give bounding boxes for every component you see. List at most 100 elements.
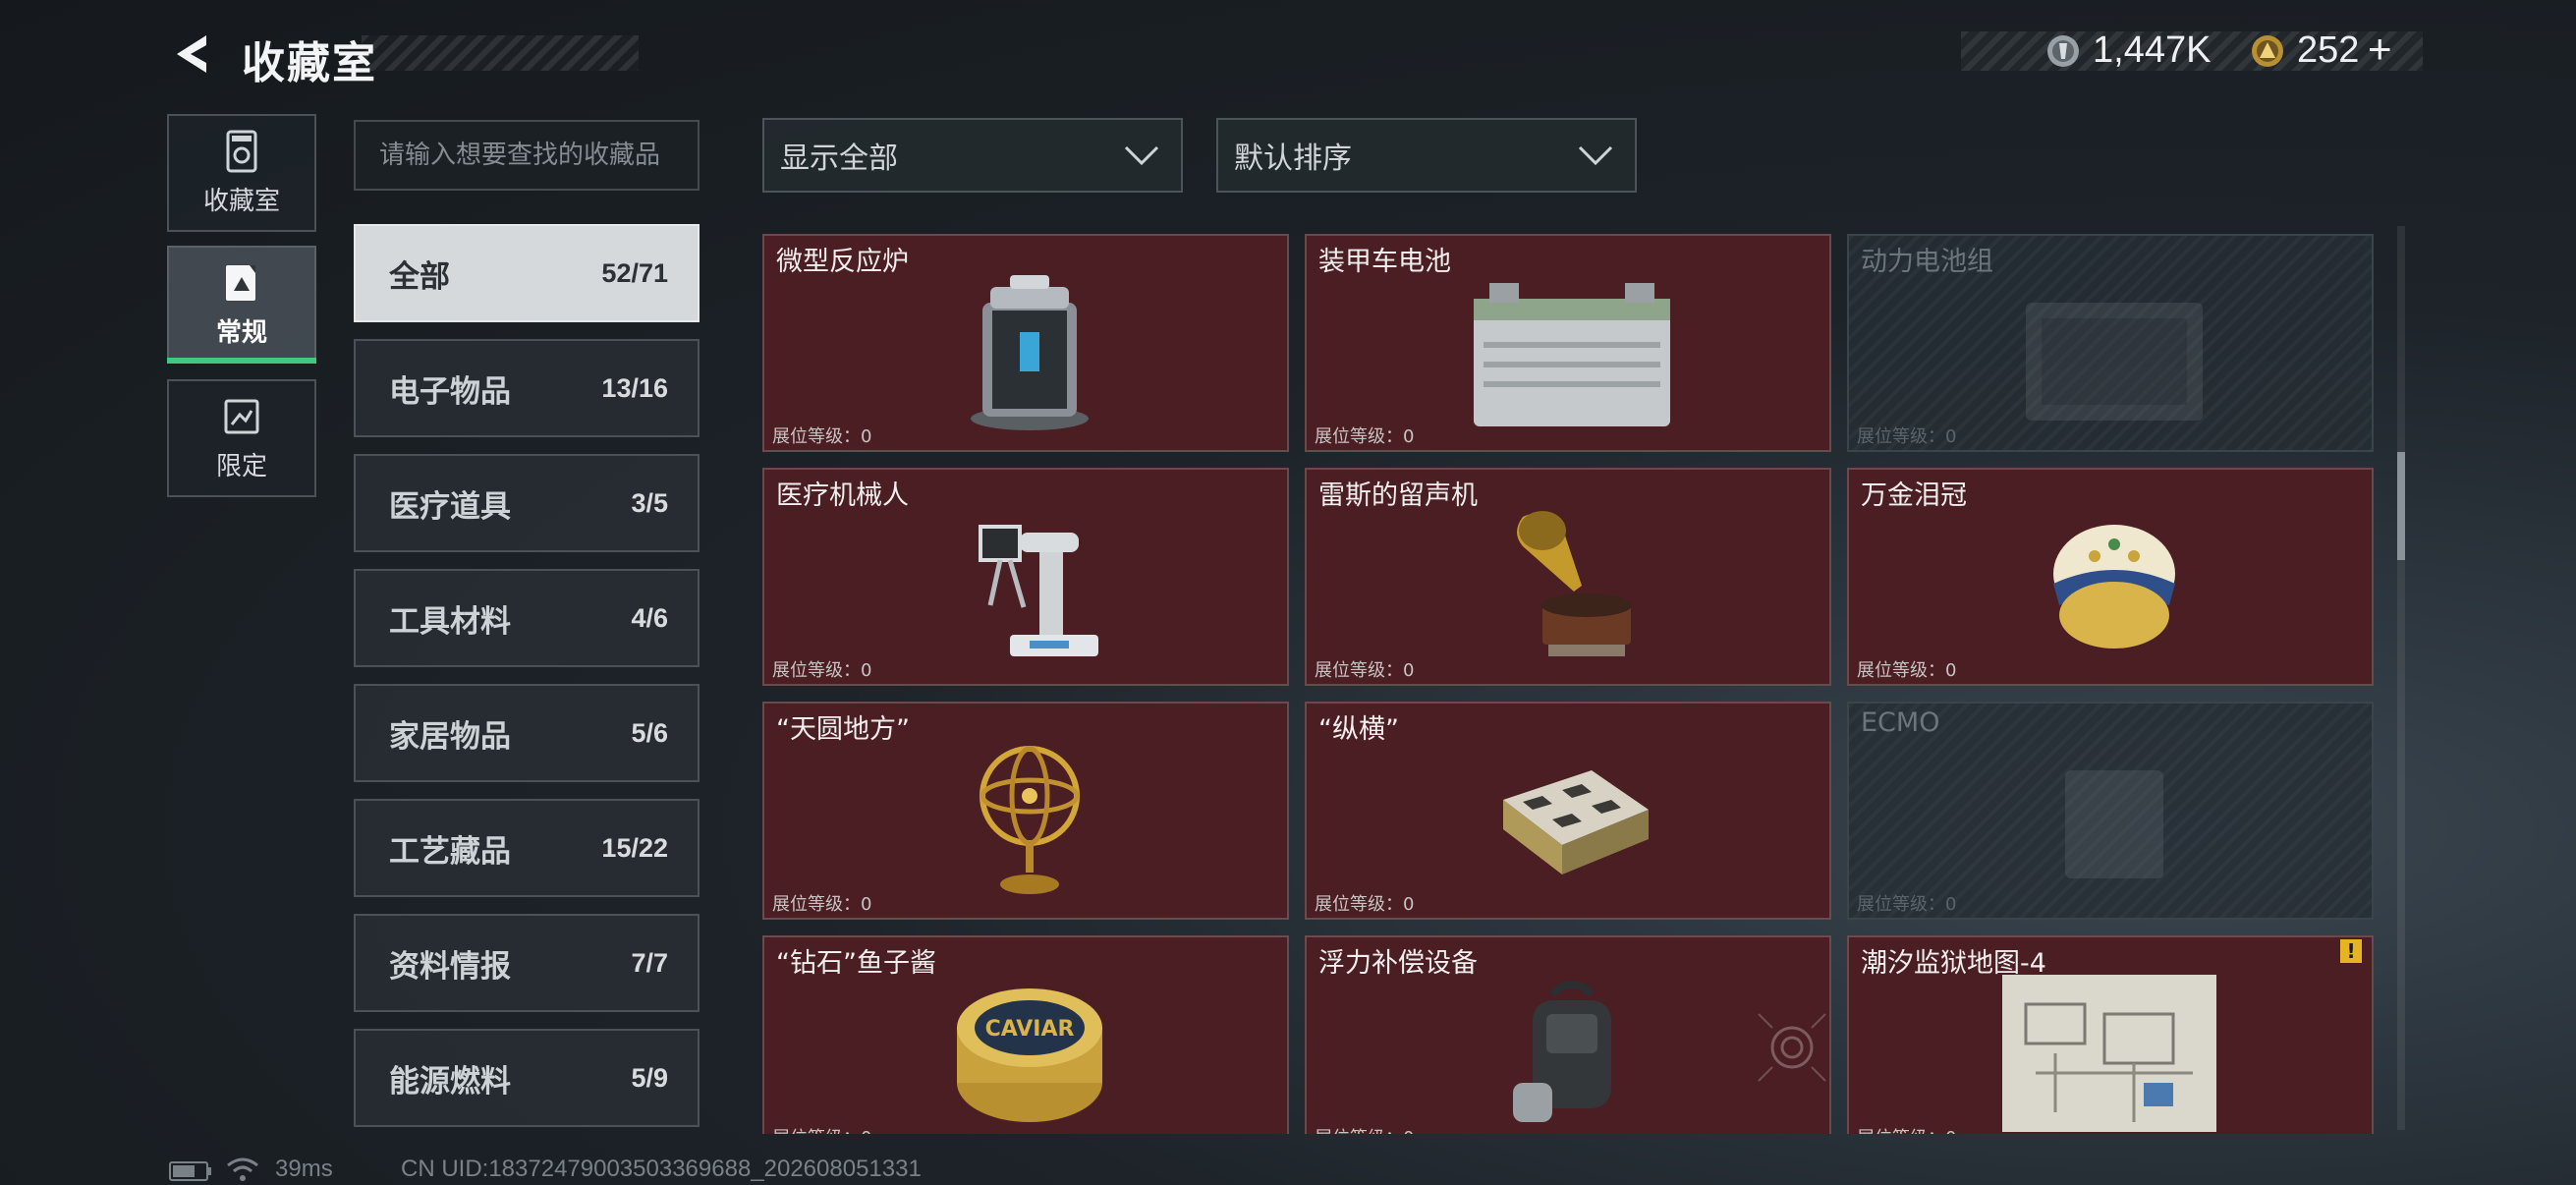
collection-card[interactable]: 万金泪冠 展位等级：0	[1847, 468, 2374, 686]
collection-card-locked[interactable]: 动力电池组 展位等级：0	[1847, 234, 2374, 452]
card-name: 万金泪冠	[1861, 480, 1967, 511]
gold-currency-value: 252	[2297, 29, 2360, 71]
category-all[interactable]: 全部 52/71	[354, 224, 700, 322]
category-label: 电子物品	[389, 373, 511, 410]
nav-label: 收藏室	[202, 186, 280, 216]
nav-regular[interactable]: 常规	[167, 246, 316, 364]
active-indicator	[167, 358, 316, 364]
ecmo-icon	[2065, 770, 2163, 878]
category-medical[interactable]: 医疗道具 3/5	[354, 454, 700, 552]
collection-card-locked[interactable]: ECMO 展位等级：0	[1847, 702, 2374, 920]
card-name: 浮力补偿设备	[1318, 948, 1478, 979]
prison-map-icon	[2002, 975, 2216, 1132]
dropdown-value: 默认排序	[1234, 141, 1352, 176]
nav-limited[interactable]: 限定	[167, 379, 316, 497]
chevron-down-icon	[1578, 145, 1613, 166]
page-title: 收藏室	[242, 38, 377, 88]
category-count: 13/16	[601, 372, 668, 403]
nav-label: 常规	[215, 317, 267, 348]
category-crafts[interactable]: 工艺藏品 15/22	[354, 799, 700, 897]
category-intel[interactable]: 资料情报 7/7	[354, 914, 700, 1012]
collection-grid: 微型反应炉 展位等级：0 装甲车电池 展位等级：0 动力电池组 展位等级：0 医…	[762, 230, 2385, 1134]
card-name: “纵横”	[1318, 714, 1399, 745]
dropdown-value: 显示全部	[780, 141, 898, 176]
regular-icon	[226, 264, 255, 301]
category-tools[interactable]: 工具材料 4/6	[354, 569, 700, 667]
limited-icon	[224, 399, 259, 433]
card-level: 展位等级：0	[1315, 894, 1415, 915]
show-filter-dropdown[interactable]: 显示全部	[762, 118, 1183, 193]
category-label: 工具材料	[389, 603, 511, 640]
armillary-sphere-icon	[980, 746, 1080, 894]
power-pack-icon	[2026, 303, 2203, 421]
scrollbar-thumb[interactable]	[2397, 452, 2405, 560]
add-currency-button[interactable]: +	[2368, 26, 2392, 73]
collection-room-icon	[226, 130, 257, 172]
collection-card[interactable]: 潮汐监狱地图-4 ! 展位等级：0	[1847, 935, 2374, 1134]
search-box[interactable]	[354, 120, 700, 191]
gramophone-icon	[1517, 511, 1632, 656]
card-level: 展位等级：0	[772, 1124, 871, 1134]
category-count: 3/5	[631, 487, 668, 518]
search-input[interactable]	[356, 122, 698, 189]
card-name: ECMO	[1861, 707, 1940, 738]
buoyancy-device-icon	[1513, 981, 1611, 1122]
card-name: 动力电池组	[1861, 247, 1993, 277]
collection-card[interactable]: “天圆地方” 展位等级：0	[762, 702, 1289, 920]
card-level: 展位等级：0	[772, 660, 872, 681]
caviar-tin-icon: CAVIAR	[957, 988, 1102, 1122]
ping-text: 39ms	[275, 1156, 333, 1182]
category-label: 医疗道具	[389, 488, 511, 525]
collection-card[interactable]: 微型反应炉 展位等级：0	[762, 234, 1289, 452]
card-name: 微型反应炉	[776, 247, 909, 277]
collection-card[interactable]: “钻石”鱼子酱 CAVIAR 展位等级：0	[762, 935, 1289, 1134]
category-count: 5/9	[631, 1062, 668, 1093]
card-level: 展位等级：0	[1315, 426, 1415, 447]
category-label: 家居物品	[389, 718, 511, 755]
alert-badge: !	[2340, 939, 2362, 963]
nav-collection-room[interactable]: 收藏室	[167, 114, 316, 232]
collection-card[interactable]: 医疗机械人 展位等级：0	[762, 468, 1289, 686]
back-arrow-icon[interactable]	[167, 29, 216, 79]
card-level: 展位等级：0	[772, 894, 872, 915]
category-count: 15/22	[601, 832, 668, 863]
card-name: 雷斯的留声机	[1318, 480, 1478, 511]
battery-icon	[169, 1161, 211, 1181]
category-label: 资料情报	[389, 948, 511, 985]
card-name: “钻石”鱼子酱	[776, 948, 936, 979]
silver-currency-value: 1,447K	[2093, 29, 2212, 71]
title-decoration	[362, 35, 639, 71]
collection-card[interactable]: “纵横” 展位等级：0	[1305, 702, 1831, 920]
category-energy[interactable]: 能源燃料 5/9	[354, 1029, 700, 1127]
category-household[interactable]: 家居物品 5/6	[354, 684, 700, 782]
category-count: 52/71	[601, 257, 668, 288]
svg-text:CAVIAR: CAVIAR	[985, 1017, 1075, 1042]
header: 收藏室 1,447K 252 +	[0, 0, 2576, 108]
jeweled-egg-icon	[2053, 525, 2175, 649]
card-level: 展位等级：0	[1315, 1124, 1414, 1134]
collection-card[interactable]: 装甲车电池 展位等级：0	[1305, 234, 1831, 452]
card-level: 展位等级：0	[1857, 894, 1957, 915]
wifi-icon	[227, 1157, 258, 1181]
battery-box-icon	[1474, 283, 1670, 426]
scrollbar-track[interactable]	[2397, 226, 2405, 1130]
uid-text: CN UID:18372479003503369688_202608051331	[401, 1156, 922, 1182]
category-label: 能源燃料	[389, 1063, 511, 1100]
collection-card[interactable]: 浮力补偿设备 展位等级：0	[1305, 935, 1831, 1134]
category-count: 7/7	[631, 947, 668, 978]
card-name: “天圆地方”	[776, 714, 910, 745]
reactor-icon	[971, 275, 1089, 430]
category-label: 工艺藏品	[389, 833, 511, 870]
category-count: 5/6	[631, 717, 668, 748]
card-level: 展位等级：0	[1857, 1124, 1956, 1134]
target-icon	[1758, 1013, 1826, 1082]
card-name: 装甲车电池	[1318, 247, 1451, 277]
collection-card[interactable]: 雷斯的留声机 展位等级：0	[1305, 468, 1831, 686]
category-electronics[interactable]: 电子物品 13/16	[354, 339, 700, 437]
card-level: 展位等级：0	[1857, 426, 1957, 447]
category-label: 全部	[389, 258, 450, 295]
gold-coin-icon	[2252, 35, 2283, 67]
sort-dropdown[interactable]: 默认排序	[1216, 118, 1637, 193]
chevron-down-icon	[1124, 145, 1159, 166]
card-name: 医疗机械人	[776, 480, 909, 511]
